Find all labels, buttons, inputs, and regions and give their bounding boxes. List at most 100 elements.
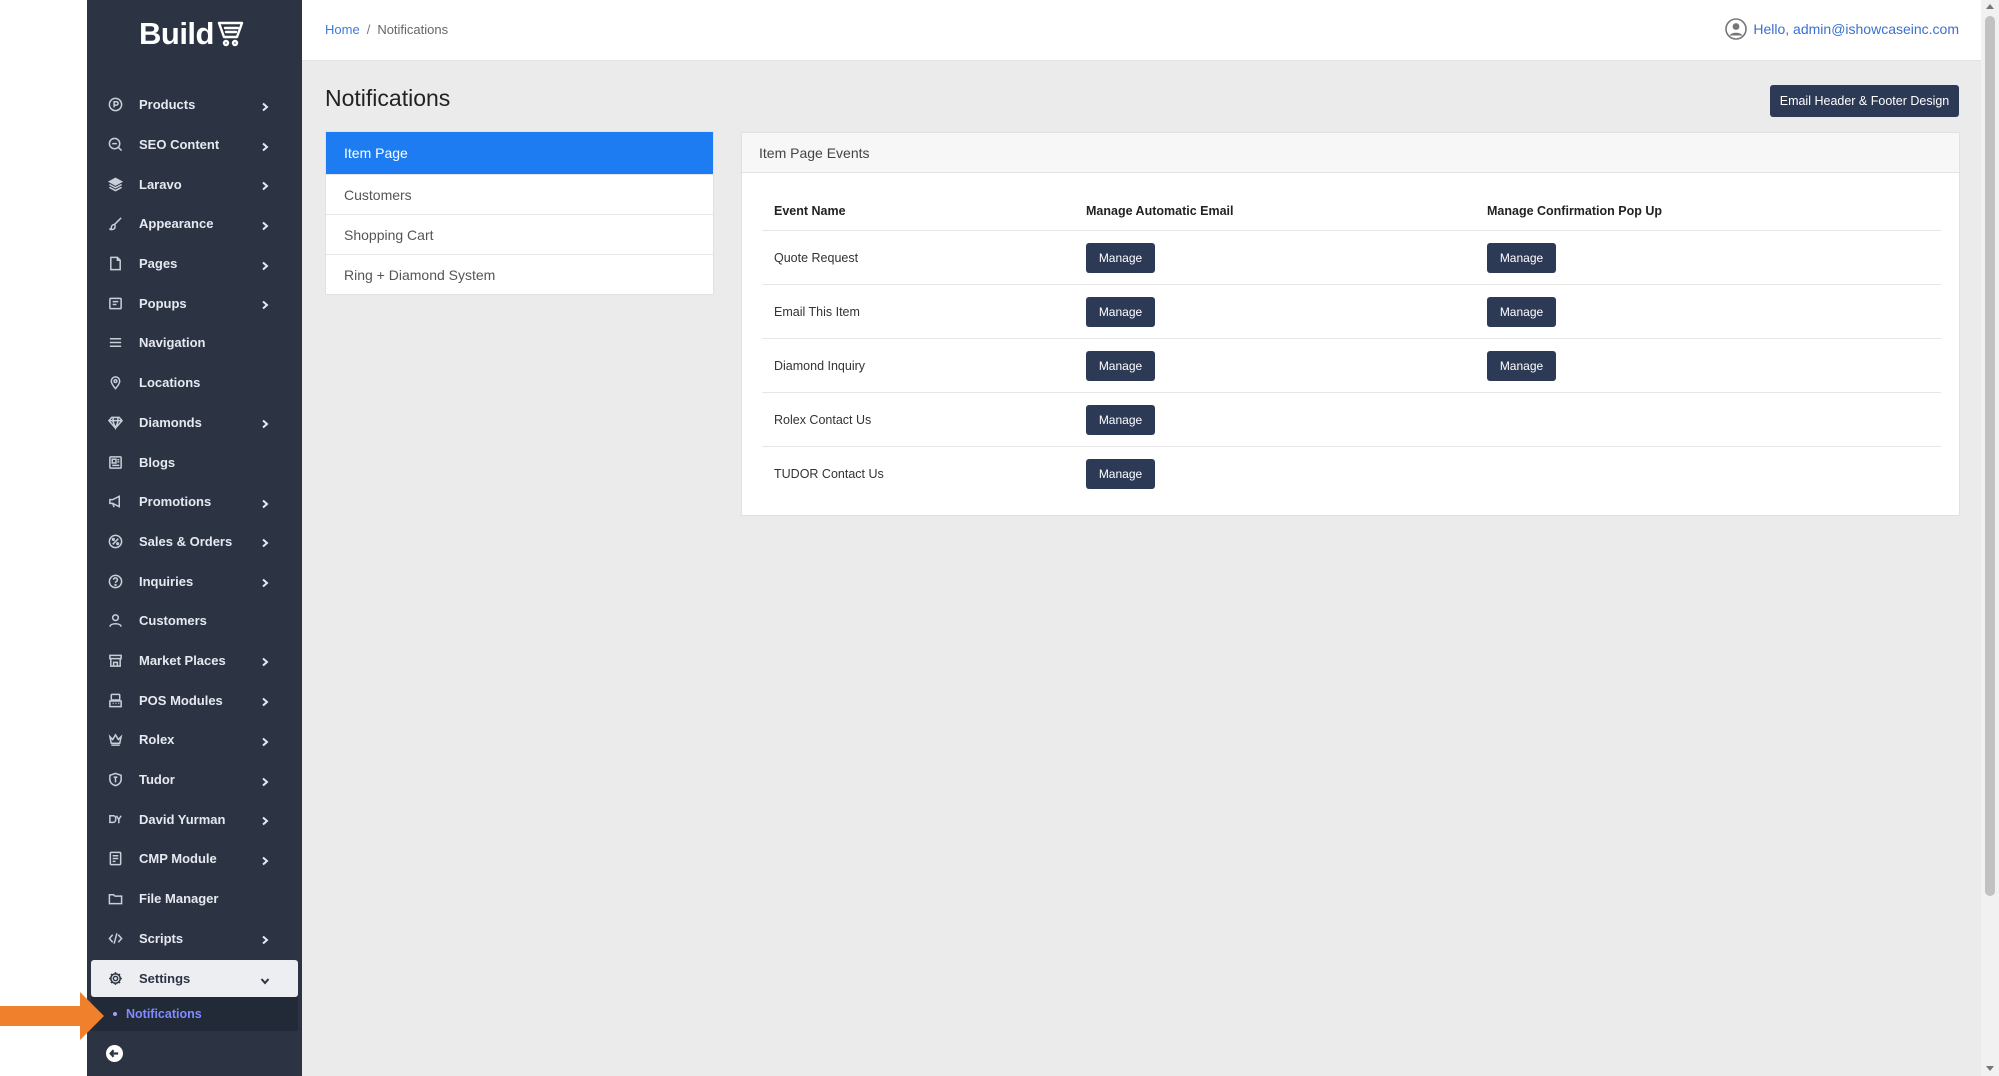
event-name: TUDOR Contact Us [774,466,884,481]
chevron-right-icon [260,814,270,826]
page-icon [106,255,124,273]
brand-logo[interactable]: Build [139,14,246,54]
manage-automatic-email-button[interactable]: Manage [1086,350,1155,381]
sidebar-item-label: Sales & Orders [139,533,233,549]
folder-icon [106,890,124,908]
tab-ring-diamond-system[interactable]: Ring + Diamond System [326,254,713,294]
location-pin-icon [106,374,124,392]
sidebar-item-pos-modules[interactable]: POS Modules [87,680,302,720]
sidebar-item-sales-orders[interactable]: Sales & Orders [87,522,302,562]
column-header-automatic-email: Manage Automatic Email [1086,204,1234,218]
chevron-right-icon [260,100,270,112]
arrow-left-icon [109,1049,119,1058]
sidebar-item-label: Locations [139,375,201,391]
sidebar-item-label: Rolex [139,732,175,748]
sidebar-item-label: File Manager [139,891,219,907]
scroll-up-arrow-icon[interactable] [1986,4,1994,9]
sidebar-nav: Products SEO Content Laravo Appearance Pages… [87,85,302,1032]
sidebar-item-cmp-module[interactable]: CMP Module [87,839,302,879]
user-greeting: Hello, admin@ishowcaseinc.com [1753,21,1959,37]
notification-category-tabs: Item Page Customers Shopping Cart Ring + Di… [325,131,714,295]
sidebar-item-scripts[interactable]: Scripts [87,918,302,958]
sidebar-subitem-notifications[interactable]: Notifications [91,997,298,1032]
page-scrollbar[interactable] [1981,0,1999,1076]
megaphone-icon [106,493,124,511]
scroll-down-arrow-icon[interactable] [1986,1066,1994,1071]
tab-customers[interactable]: Customers [326,174,713,214]
sidebar-item-inquiries[interactable]: Inquiries [87,561,302,601]
user-avatar-icon [1725,18,1748,40]
scrollbar-thumb[interactable] [1985,16,1995,896]
column-header-event-name: Event Name [774,204,846,218]
chevron-right-icon [260,219,270,231]
cart-icon [217,21,244,47]
chevron-right-icon [260,417,270,429]
breadcrumb-home[interactable]: Home [325,22,360,37]
tab-item-page[interactable]: Item Page [326,132,713,174]
chevron-right-icon [260,775,270,786]
sidebar-item-products[interactable]: Products [87,85,302,125]
sidebar-item-label: CMP Module [139,851,217,867]
event-name: Rolex Contact Us [774,412,872,427]
sidebar-item-tudor[interactable]: Tudor [87,760,302,800]
sidebar-item-locations[interactable]: Locations [87,363,302,403]
bullet-icon [113,1012,117,1017]
sidebar-item-market-places[interactable]: Market Places [87,641,302,681]
sidebar-item-popups[interactable]: Popups [87,283,302,323]
shield-icon [106,771,124,789]
tab-shopping-cart[interactable]: Shopping Cart [326,214,713,254]
sidebar-item-laravo[interactable]: Laravo [87,164,302,204]
sidebar-item-label: David Yurman [139,811,226,827]
sidebar-item-file-manager[interactable]: File Manager [87,879,302,919]
table-row: TUDOR Contact Us Manage [762,446,1941,500]
sidebar-item-seo-content[interactable]: SEO Content [87,125,302,165]
chevron-right-icon [260,140,270,151]
sidebar-item-appearance[interactable]: Appearance [87,204,302,244]
table-row: Quote Request Manage Manage [762,230,1941,284]
sidebar-subitem-label: Notifications [126,1007,202,1022]
collapse-sidebar-button[interactable] [106,1045,123,1062]
page-title: Notifications [325,85,451,111]
manage-automatic-email-button[interactable]: Manage [1086,242,1155,273]
logo-text: Build [139,16,215,51]
email-header-footer-design-button[interactable]: Email Header & Footer Design [1770,85,1959,117]
chevron-right-icon [260,933,270,945]
sidebar-item-rolex[interactable]: Rolex [87,720,302,760]
chevron-right-icon [260,735,270,747]
diamond-icon [106,413,124,431]
sidebar-item-customers[interactable]: Customers [87,601,302,641]
sidebar-item-promotions[interactable]: Promotions [87,482,302,522]
chevron-right-icon [260,179,270,191]
document-icon [106,850,124,868]
breadcrumb: Home / Notifications [325,22,448,37]
manage-confirmation-popup-button[interactable]: Manage [1487,350,1556,381]
chevron-right-icon [260,497,270,508]
sidebar-item-label: Promotions [139,494,212,510]
sidebar-item-navigation[interactable]: Navigation [87,323,302,363]
sidebar-item-label: Inquiries [139,573,194,589]
column-header-confirmation-popup: Manage Confirmation Pop Up [1487,204,1662,218]
sidebar-item-label: Appearance [139,216,214,232]
manage-confirmation-popup-button[interactable]: Manage [1487,296,1556,327]
sidebar-item-pages[interactable]: Pages [87,244,302,284]
manage-automatic-email-button[interactable]: Manage [1086,458,1155,489]
sidebar-item-david-yurman[interactable]: David Yurman [87,799,302,839]
sidebar-item-diamonds[interactable]: Diamonds [87,403,302,443]
manage-automatic-email-button[interactable]: Manage [1086,296,1155,327]
sidebar-item-label: Tudor [139,772,175,788]
dy-icon [106,810,124,828]
table-header-row: Event Name Manage Automatic Email Manage… [762,192,1941,230]
pos-icon [106,691,124,709]
sidebar-item-label: Navigation [139,335,206,351]
manage-confirmation-popup-button[interactable]: Manage [1487,242,1556,273]
crown-icon [106,731,124,749]
sidebar-item-settings[interactable]: Settings [91,960,298,998]
annotation-arrow [0,992,104,1040]
manage-automatic-email-button[interactable]: Manage [1086,404,1155,435]
sidebar-item-blogs[interactable]: Blogs [87,442,302,482]
event-name: Quote Request [774,250,859,265]
user-menu[interactable]: Hello, admin@ishowcaseinc.com [1725,18,1959,40]
seo-icon [106,136,124,154]
layers-icon [106,175,124,193]
discount-icon [106,532,124,550]
